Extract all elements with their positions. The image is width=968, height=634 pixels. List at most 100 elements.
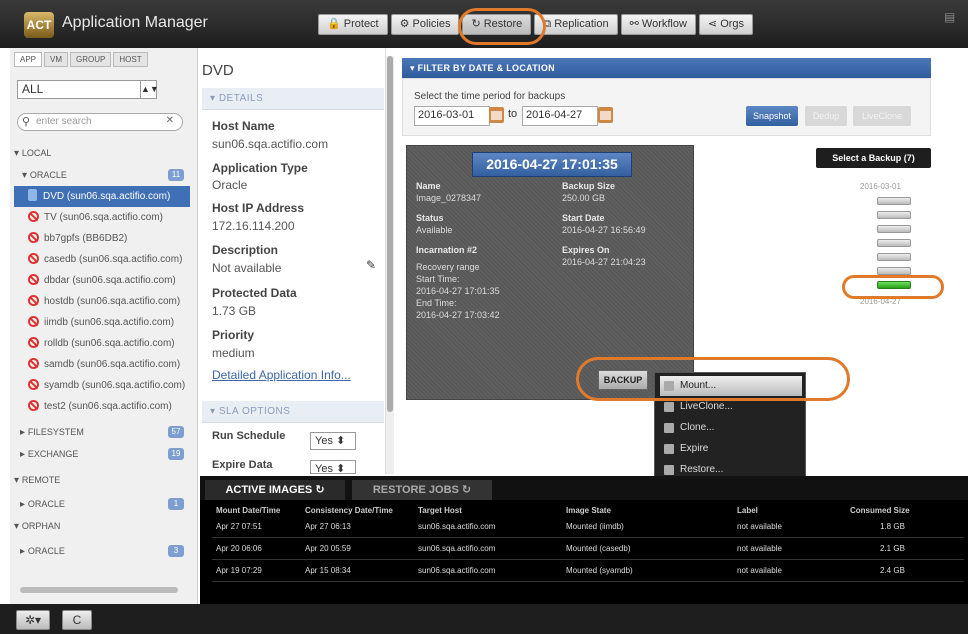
nav-orgs[interactable]: ⋖ Orgs — [698, 14, 754, 35]
tab-group[interactable]: GROUP — [70, 52, 112, 67]
unprotected-icon — [28, 232, 39, 243]
details-vertical-scrollbar[interactable] — [386, 56, 394, 474]
expires-on-value: 2016-04-27 21:04:23 — [562, 257, 646, 267]
table-cell: 2.1 GB — [880, 544, 905, 553]
tree-filesystem[interactable]: ▸ FILESYSTEM 57 — [20, 422, 184, 442]
backup-status-label: Status — [416, 213, 444, 223]
app-list-item[interactable]: TV (sun06.sqa.actifio.com) — [14, 207, 190, 228]
recovery-range-label: Recovery range — [416, 262, 480, 272]
detailed-app-info-link[interactable]: Detailed Application Info... — [212, 368, 351, 382]
filter-select[interactable]: ALL ▲▼ — [17, 80, 159, 99]
expire-icon — [664, 444, 674, 454]
expire-data-select[interactable]: Yes ⬍ — [310, 460, 356, 475]
edit-pencil-icon[interactable]: ✎ — [366, 258, 376, 272]
dedup-button[interactable]: Dedup — [805, 106, 847, 126]
tab-active-images[interactable]: ACTIVE IMAGES ↻ — [205, 480, 345, 500]
chevron-updown-icon: ▲▼ — [140, 81, 159, 98]
col-label[interactable]: Label — [737, 506, 758, 515]
details-scrollbar-thumb[interactable] — [387, 56, 393, 412]
tab-app[interactable]: APP — [14, 52, 43, 67]
table-cell: sun06.sqa.actifio.com — [418, 544, 496, 553]
app-list-item[interactable]: dbdar (sun06.sqa.actifio.com) — [14, 270, 190, 291]
filter-prompt: Select the time period for backups — [414, 91, 566, 102]
start-time-label: Start Time: — [416, 274, 460, 284]
settings-gear-button[interactable]: ✲▾ — [16, 610, 50, 630]
tree-local[interactable]: ▾ LOCAL — [14, 143, 190, 163]
col-consistency-date[interactable]: Consistency Date/Time — [305, 506, 393, 515]
app-list-item[interactable]: iimdb (sun06.sqa.actifio.com) — [14, 312, 190, 333]
search-input[interactable]: ⚲ enter search ✕ — [17, 113, 183, 131]
filter-header[interactable]: ▾ FILTER BY DATE & LOCATION — [402, 58, 931, 78]
tab-restore-jobs[interactable]: RESTORE JOBS ↻ — [352, 480, 492, 500]
clear-icon[interactable]: ✕ — [166, 115, 174, 126]
tree-remote-oracle[interactable]: ▸ ORACLE 1 — [20, 494, 184, 514]
tab-host[interactable]: HOST — [113, 52, 148, 67]
tree-exchange-label: EXCHANGE — [27, 449, 79, 459]
col-consumed-size[interactable]: Consumed Size — [850, 506, 910, 515]
nav-policies[interactable]: ⚙ Policies — [390, 14, 460, 35]
app-list-item-label: dbdar (sun06.sqa.actifio.com) — [44, 275, 176, 286]
expire-data-label: Expire Data — [212, 459, 273, 471]
backup-timestamp: 2016-04-27 17:01:35 — [472, 152, 632, 177]
app-list-item[interactable]: samdb (sun06.sqa.actifio.com) — [14, 354, 190, 375]
col-target-host[interactable]: Target Host — [418, 506, 462, 515]
app-list-item[interactable]: hostdb (sun06.sqa.actifio.com) — [14, 291, 190, 312]
table-cell: sun06.sqa.actifio.com — [418, 522, 496, 531]
backup-list-item[interactable] — [877, 211, 911, 219]
date-from-input[interactable]: 2016-03-01 — [414, 106, 490, 126]
left-horizontal-scrollbar[interactable] — [20, 587, 178, 593]
refresh-button[interactable]: C — [62, 610, 92, 630]
app-list-item-label: rolldb (sun06.sqa.actifio.com) — [44, 338, 175, 349]
menu-item-clone[interactable]: Clone... — [660, 418, 802, 438]
tab-vm[interactable]: VM — [44, 52, 69, 67]
backup-list-item[interactable] — [877, 225, 911, 233]
tree-oracle-label: ORACLE — [29, 170, 67, 180]
tab-restore-jobs-label: RESTORE JOBS — [372, 484, 459, 496]
app-list-item[interactable]: bb7gpfs (BB6DB2) — [14, 228, 190, 249]
backup-list-item[interactable] — [877, 267, 911, 275]
app-list-item[interactable]: casedb (sun06.sqa.actifio.com) — [14, 249, 190, 270]
app-list-item[interactable]: test2 (sun06.sqa.actifio.com) — [14, 396, 190, 417]
sla-section-header[interactable]: ▾ SLA OPTIONS — [202, 401, 384, 423]
tab-active-images-label: ACTIVE IMAGES — [225, 484, 313, 496]
tree-orphan-oracle-label: ORACLE — [27, 546, 65, 556]
details-section-header[interactable]: ▾ DETAILS — [202, 88, 384, 110]
protected-data-label: Protected Data — [212, 286, 297, 300]
refresh-icon: ↻ — [315, 484, 325, 496]
calendar-to-icon[interactable] — [598, 107, 613, 123]
tree-orphan-oracle[interactable]: ▸ ORACLE 3 — [20, 541, 184, 561]
start-time-value: 2016-04-27 17:01:35 — [416, 286, 500, 296]
app-logo-icon: ACT — [24, 12, 54, 38]
nav-protect-label: Protect — [343, 18, 379, 30]
nav-workflow[interactable]: ⚯ Workflow — [620, 14, 696, 35]
backup-list-item[interactable] — [877, 197, 911, 205]
menu-item-label: Restore... — [680, 464, 724, 475]
tree-exchange[interactable]: ▸ EXCHANGE 19 — [20, 444, 184, 464]
tree-remote[interactable]: ▾ REMOTE — [14, 470, 190, 490]
liveclone-button[interactable]: LiveClone — [853, 106, 911, 126]
nav-protect[interactable]: 🔒 Protect — [318, 14, 388, 35]
snapshot-button[interactable]: Snapshot — [746, 106, 798, 126]
backup-list-item[interactable] — [877, 239, 911, 247]
window-menu-icon[interactable]: ▤ — [944, 10, 955, 24]
col-image-state[interactable]: Image State — [566, 506, 611, 515]
date-to-input[interactable]: 2016-04-27 — [522, 106, 598, 126]
nav-replication[interactable]: ⧉ Replication — [534, 14, 618, 35]
menu-item-expire[interactable]: Expire — [660, 439, 802, 459]
tree-local-label: LOCAL — [21, 148, 52, 158]
run-schedule-select[interactable]: Yes ⬍ — [310, 432, 356, 450]
calendar-from-icon[interactable] — [489, 107, 504, 123]
app-list-item-label: samdb (sun06.sqa.actifio.com) — [44, 359, 181, 370]
protected-data-value: 1.73 GB — [212, 304, 257, 318]
tree-orphan[interactable]: ▾ ORPHAN — [14, 516, 190, 536]
app-list-item[interactable]: rolldb (sun06.sqa.actifio.com) — [14, 333, 190, 354]
app-list-item[interactable]: syamdb (sun06.sqa.actifio.com) — [14, 375, 190, 396]
tree-oracle[interactable]: ▾ ORACLE 11 — [22, 165, 184, 185]
run-schedule-label: Run Schedule — [212, 430, 286, 442]
start-date-value: 2016-04-27 16:56:49 — [562, 225, 646, 235]
app-list-item[interactable]: DVD (sun06.sqa.actifio.com) — [14, 186, 190, 207]
col-mount-date[interactable]: Mount Date/Time — [216, 506, 280, 515]
table-cell: Apr 27 07:51 — [216, 522, 262, 531]
backup-list-item[interactable] — [877, 253, 911, 261]
orphan-oracle-count-badge: 3 — [168, 545, 184, 557]
